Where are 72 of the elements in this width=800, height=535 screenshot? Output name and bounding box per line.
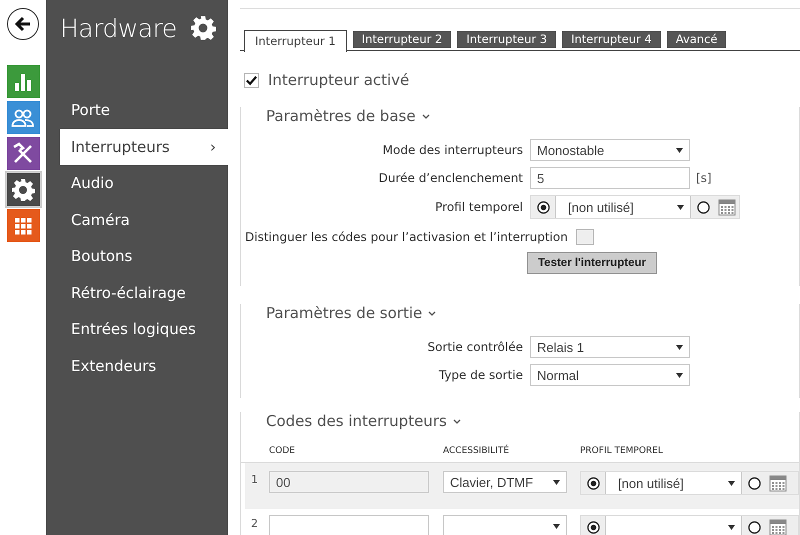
tab[interactable]: Interrupteur 3 [457,31,556,48]
back-arrow-icon [14,15,32,33]
section-title[interactable]: Paramètres de sortie [266,304,422,322]
sidebar-item[interactable]: Entrées logiques [46,311,228,348]
access-select[interactable]: Clavier, DTMF [443,471,567,493]
page-title: Hardware [60,14,177,42]
tab[interactable]: Interrupteur 2 [352,31,452,48]
field-label: Mode des interrupteurs [382,143,523,157]
caret-icon [422,114,430,118]
tab[interactable]: Interrupteur 4 [562,31,661,48]
sidebar-item[interactable]: Rétro-éclairage [46,274,228,311]
field-label: Profil temporel [434,200,523,214]
sidebar-item[interactable]: Caméra [46,202,228,238]
unit-label: [s] [696,171,712,185]
column-header: ACCESSIBILITÉ [442,446,510,456]
row-number: 2 [250,516,259,530]
code-input[interactable] [269,515,429,535]
profile-select[interactable]: [non utilisé] [605,472,742,494]
dropdown-arrow-icon [676,148,683,152]
checkbox[interactable] [244,72,259,88]
radio-button[interactable] [586,476,600,490]
dropdown-arrow-icon [553,480,560,484]
row-number: 1 [250,472,259,486]
radio-button[interactable] [696,200,710,214]
dropdown-arrow-icon [728,524,735,530]
type-select[interactable]: Normal [530,364,690,386]
checkbox-label: Distinguer les códes pour l’activasion et l’interruption [245,230,568,244]
dropdown-arrow-icon [676,372,683,378]
app-nav-tile[interactable] [6,65,40,98]
calendar-icon[interactable] [769,474,787,492]
dropdown-arrow-icon [677,204,684,210]
sidebar-item[interactable]: Interrupteurs › [60,128,228,165]
app-nav-tile[interactable] [6,173,40,206]
output-select[interactable]: Relais 1 [530,336,690,358]
field-label: Sortie contrôlée [426,340,523,354]
gear-icon [190,15,216,41]
radio-button[interactable] [748,476,760,490]
mode-select[interactable]: Monostable [530,139,690,161]
calendar-icon[interactable] [769,518,787,535]
calendar-icon[interactable] [718,198,736,216]
radio-button[interactable] [748,520,760,534]
checkbox[interactable] [576,229,594,245]
sidebar-item[interactable]: Extendeurs [46,348,228,384]
column-header: PROFIL TEMPOREL [579,446,664,456]
test-button[interactable]: Tester l'interrupteur [527,252,657,274]
tab[interactable]: Interrupteur 1 [244,30,347,52]
gear-icon [11,178,35,202]
field-label: Durée d’enclenchement [378,171,523,185]
radio-button[interactable] [536,200,550,214]
app-nav-tile[interactable] [6,209,40,242]
profile-select[interactable]: [non utilisé] [555,196,691,218]
dropdown-arrow-icon [728,480,735,486]
checkbox-label: Interrupteur activé [268,71,410,89]
back-button[interactable] [7,8,39,40]
caret-icon [428,310,436,316]
dropdown-arrow-icon [553,524,560,528]
hammer-wrench-icon [11,142,35,166]
column-header: CODE [268,446,296,456]
sidebar-item[interactable]: Boutons [46,238,228,274]
code-input[interactable]: 00 [269,471,429,493]
app-nav-tile[interactable] [6,101,40,134]
duration-input[interactable]: 5 [530,167,690,189]
section-title[interactable]: Paramètres de base [266,107,416,125]
sidebar-item[interactable]: Audio [46,165,228,202]
section-title[interactable]: Codes des interrupteurs [266,412,447,430]
tab[interactable]: Avancé [666,31,726,48]
app-nav-tile[interactable] [6,137,40,170]
caret-icon [452,418,461,424]
sidebar-item[interactable]: Porte [46,92,228,128]
field-label: Type de sortie [438,368,523,382]
radio-button[interactable] [586,520,600,534]
dropdown-arrow-icon [676,344,683,350]
